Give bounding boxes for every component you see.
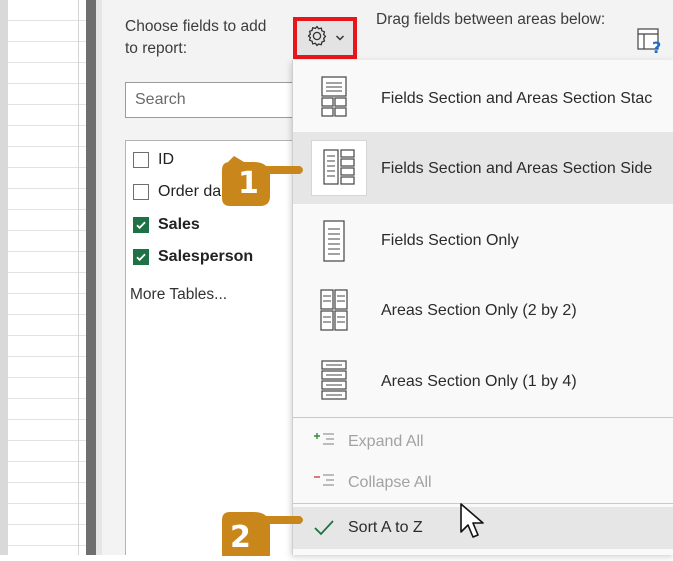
field-label: ID [158, 151, 174, 168]
areas-2x2-layout-icon [319, 289, 349, 336]
chevron-down-icon [335, 29, 345, 47]
side-by-side-layout-icon [311, 140, 367, 196]
callout-number: 1 [238, 166, 259, 201]
more-tables-link[interactable]: More Tables... [130, 286, 227, 304]
stacked-layout-icon [319, 76, 349, 123]
collapse-all-icon [313, 472, 335, 495]
window-edge [0, 0, 8, 555]
field-checkbox[interactable] [133, 152, 149, 168]
menu-item-label: Fields Section and Areas Section Stac [381, 90, 653, 107]
menu-item-areas-1x4-layout[interactable]: Areas Section Only (1 by 4) [293, 348, 673, 418]
field-search-input[interactable]: Search [125, 82, 295, 118]
field-item-order-date[interactable]: Order da [133, 181, 221, 203]
menu-item-areas-2x2-layout[interactable]: Areas Section Only (2 by 2) [293, 276, 673, 348]
tools-button[interactable] [293, 17, 357, 59]
menu-item-label: Areas Section Only (2 by 2) [381, 302, 577, 319]
menu-item-label: Areas Section Only (1 by 4) [381, 373, 577, 390]
field-checkbox-checked[interactable] [133, 217, 149, 233]
drag-fields-label: Drag fields between areas below: [376, 11, 606, 28]
gear-icon [305, 24, 329, 53]
callout-step-1: 1 [214, 152, 306, 215]
field-item-sales[interactable]: Sales [133, 214, 200, 236]
field-label: Order da [158, 183, 222, 200]
spreadsheet-grid [0, 0, 86, 555]
checkmark-icon [313, 519, 335, 542]
menu-item-label: Fields Section and Areas Section Side [381, 160, 653, 177]
pane-splitter[interactable] [86, 0, 96, 555]
field-label: Sales [158, 216, 200, 233]
field-list-help-icon[interactable]: ? [634, 25, 668, 57]
mouse-cursor-icon [459, 502, 487, 547]
field-item-salesperson[interactable]: Salesperson [133, 246, 253, 268]
field-item-id[interactable]: ID [133, 149, 174, 171]
tools-dropdown-menu: Fields Section and Areas Section Stac Fi… [292, 60, 673, 555]
svg-text:?: ? [652, 38, 661, 55]
menu-item-label: Collapse All [348, 474, 432, 491]
callout-step-2: 2 [214, 506, 306, 561]
menu-item-fields-only-layout[interactable]: Fields Section Only [293, 204, 673, 276]
field-checkbox-checked[interactable] [133, 249, 149, 265]
fields-only-layout-icon [319, 220, 349, 267]
menu-item-side-by-side-layout[interactable]: Fields Section and Areas Section Side [293, 132, 673, 204]
field-label: Salesperson [158, 248, 254, 265]
menu-item-label: Sort A to Z [348, 519, 423, 536]
callout-number: 2 [230, 520, 251, 555]
menu-item-collapse-all: Collapse All [293, 463, 673, 501]
menu-item-expand-all: Expand All [293, 422, 673, 460]
choose-fields-label: Choose fields to add to report: [125, 18, 267, 57]
field-checkbox[interactable] [133, 184, 149, 200]
menu-item-label: Fields Section Only [381, 232, 519, 249]
menu-divider [293, 417, 673, 418]
menu-item-stacked-layout[interactable]: Fields Section and Areas Section Stac [293, 60, 673, 132]
areas-1x4-layout-icon [319, 360, 349, 407]
pointing-hand-icon [222, 156, 303, 206]
menu-item-label: Expand All [348, 433, 424, 450]
pointing-hand-icon [222, 512, 303, 556]
expand-all-icon [313, 431, 335, 454]
